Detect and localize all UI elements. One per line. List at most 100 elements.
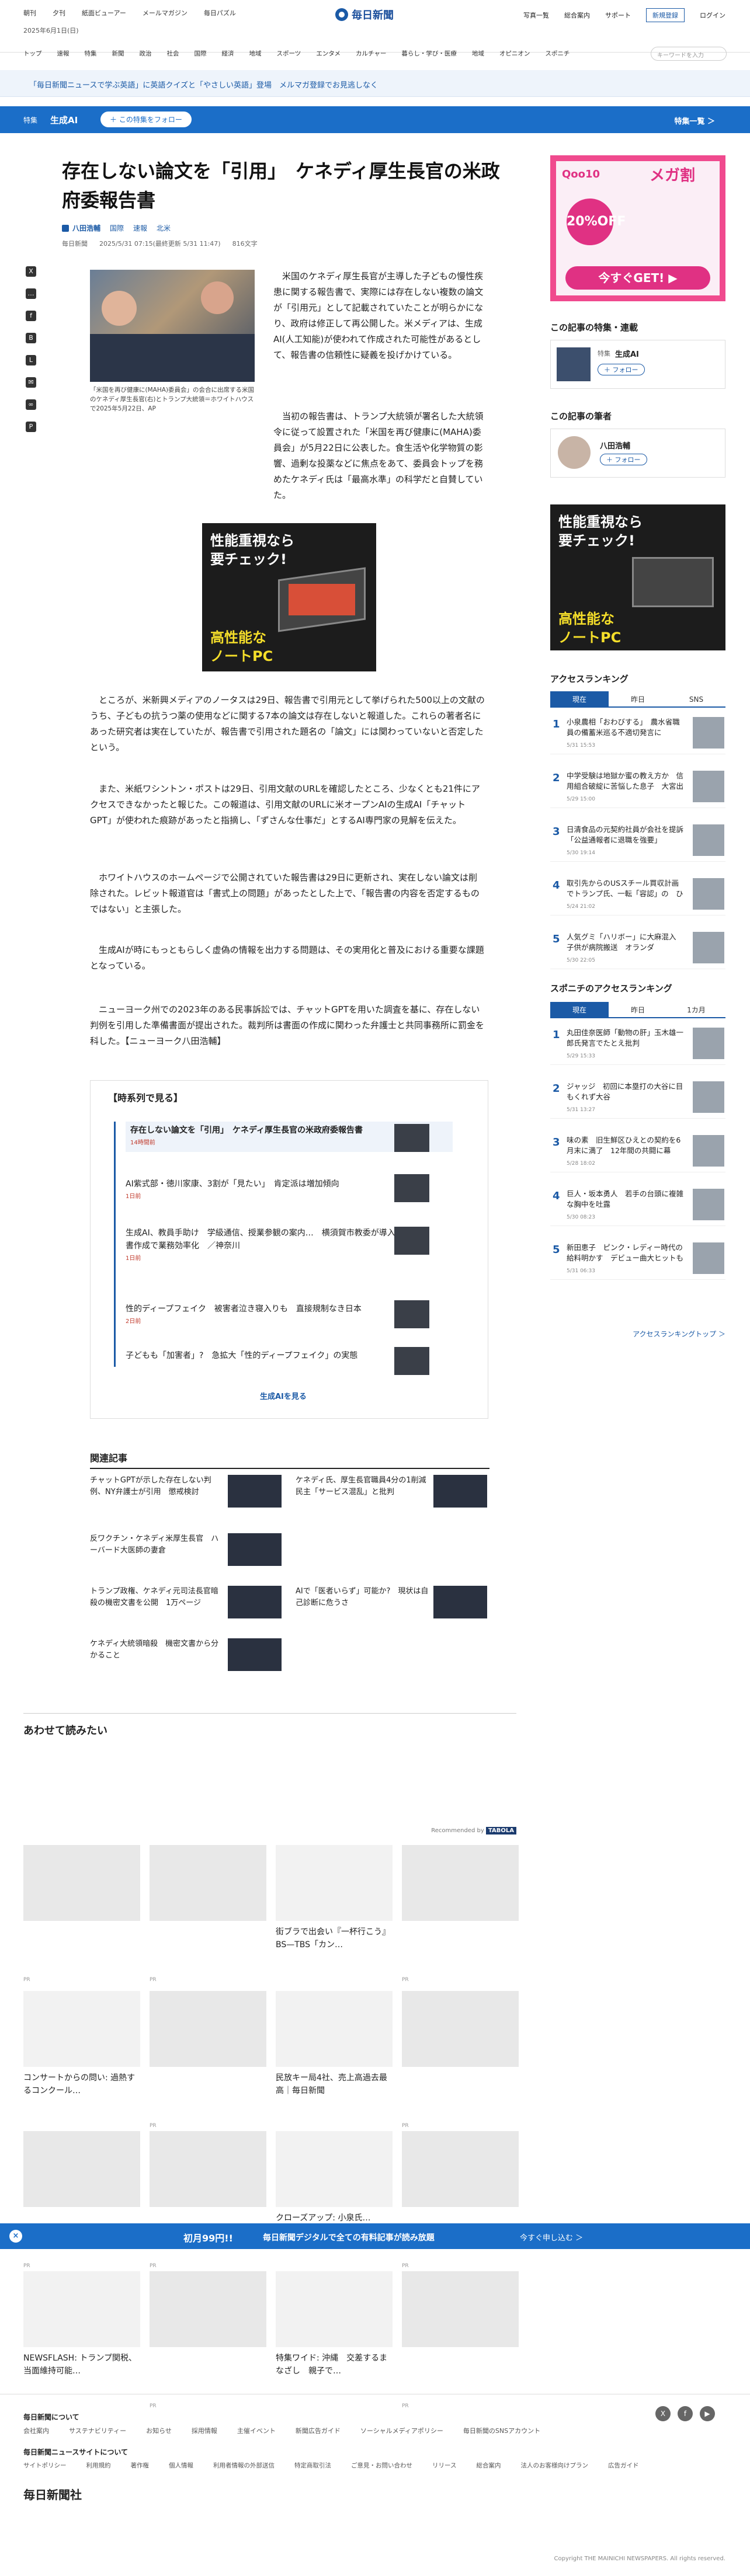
- comment-icon[interactable]: …: [26, 288, 36, 299]
- recommend-title[interactable]: 街ブラで出会い『一杯行こう』 BS—TBS「カン…: [276, 1926, 394, 1951]
- author-card[interactable]: 八田浩輔 ＋ フォロー: [550, 429, 725, 478]
- ranking-item[interactable]: 3 味の素 旧生鮮区ひえとの契約を6月末に満了 12年間の共闘に幕 5/28 18:…: [550, 1132, 725, 1172]
- ranking-item[interactable]: 1 丸田佳奈医師「動物の肝」玉木雄一郎氏発言でたとえ批判 5/29 15:33: [550, 1024, 725, 1065]
- utility-link[interactable]: 夕刊: [53, 8, 65, 18]
- recommend-title[interactable]: NEWSFLASH: トランプ関税、当面維持可能…: [23, 2352, 140, 2377]
- ranking-item[interactable]: 5 人気グミ「ハリボー」に大麻混入 子供が病院搬送 オランダ 5/30 22:05: [550, 928, 725, 969]
- ranking-item[interactable]: 4 巨人・坂本勇人 若手の台頭に複雑な胸中を吐露 5/30 08:23: [550, 1185, 725, 1226]
- recommend-image[interactable]: [23, 2271, 140, 2347]
- header-link[interactable]: 総合案内: [564, 11, 590, 20]
- recommend-image[interactable]: [402, 1991, 519, 2067]
- nav-item[interactable]: 速報: [57, 49, 70, 58]
- feature-list-link[interactable]: 特集一覧 ＞: [674, 115, 715, 126]
- follow-button[interactable]: ＋ フォロー: [598, 364, 645, 375]
- recommend-image[interactable]: [23, 1991, 140, 2067]
- recommend-image[interactable]: [150, 2271, 266, 2347]
- header-link[interactable]: サポート: [605, 11, 631, 20]
- x-icon[interactable]: X: [655, 2406, 671, 2421]
- facebook-share-icon[interactable]: f: [26, 311, 36, 321]
- tab-month[interactable]: 1カ月: [667, 1002, 725, 1017]
- nav-item[interactable]: カルチャー: [356, 49, 386, 58]
- recommend-image[interactable]: [150, 2131, 266, 2207]
- nav-item[interactable]: 新聞: [112, 49, 124, 58]
- article-photo[interactable]: [90, 270, 255, 382]
- tag-link[interactable]: 北米: [157, 223, 171, 233]
- utility-link[interactable]: 紙面ビューアー: [82, 8, 126, 18]
- nav-item[interactable]: エンタメ: [316, 49, 341, 58]
- recommend-image[interactable]: [150, 1845, 266, 1921]
- recommend-image[interactable]: [23, 1845, 140, 1921]
- feature-card[interactable]: 特集 生成AI ＋ フォロー: [550, 340, 725, 389]
- tab-sns[interactable]: SNS: [667, 691, 725, 706]
- site-logo[interactable]: 毎日新聞: [335, 6, 415, 23]
- utility-link[interactable]: 毎日パズル: [204, 8, 236, 18]
- related-item[interactable]: ケネディ大統領暗殺 機密文書から分かること: [90, 1638, 283, 1673]
- nav-item[interactable]: 暮らし・学び・医療: [401, 49, 457, 58]
- recommend-image[interactable]: [276, 2131, 393, 2207]
- tab-now[interactable]: 現在: [550, 691, 609, 706]
- recommend-image[interactable]: [276, 1845, 393, 1921]
- recommend-image[interactable]: [276, 2271, 393, 2347]
- sidebar-ad-2[interactable]: 性能重視なら 要チェック! 高性能な ノートPC: [550, 504, 725, 650]
- recommend-title[interactable]: クローズアップ: 小泉氏…: [276, 2212, 393, 2225]
- ranking-item[interactable]: 1 小泉農相「おわびする」 農水省職員の備蓄米巡る不適切発言に 5/31 15:53: [550, 713, 725, 754]
- recommend-image[interactable]: [23, 2131, 140, 2207]
- related-item[interactable]: 反ワクチン・ケネディ米厚生長官 ハーバード大医師の妻倉: [90, 1533, 283, 1568]
- print-icon[interactable]: P: [26, 422, 36, 432]
- ranking-item[interactable]: 4 取引先からのUSスチール買収計画でトランプ氏、一転「容認」の ひ 5/24 21…: [550, 875, 725, 915]
- login-button[interactable]: ログイン: [700, 11, 725, 20]
- register-button[interactable]: 新規登録: [646, 8, 685, 22]
- tab-yesterday[interactable]: 昨日: [609, 1002, 667, 1017]
- search-input[interactable]: キーワードを入力: [651, 47, 727, 61]
- inline-ad[interactable]: 性能重視なら 要チェック! 高性能な ノートPC: [202, 523, 376, 671]
- nav-item[interactable]: 経済: [222, 49, 234, 58]
- mail-share-icon[interactable]: ✉: [26, 377, 36, 388]
- tab-now[interactable]: 現在: [550, 1002, 609, 1017]
- recommend-image[interactable]: [402, 2271, 519, 2347]
- related-item[interactable]: AIで「医者いらず」可能か? 現状は自己診断に危うさ: [296, 1586, 488, 1621]
- nav-item[interactable]: 社会: [167, 49, 179, 58]
- nav-item[interactable]: 地域: [249, 49, 262, 58]
- facebook-icon[interactable]: f: [678, 2406, 693, 2421]
- subscribe-button[interactable]: 今すぐ申し込む ＞: [520, 2232, 583, 2243]
- nav-item[interactable]: オピニオン: [499, 49, 530, 58]
- x-share-icon[interactable]: X: [26, 266, 36, 277]
- recommend-image[interactable]: [150, 1991, 266, 2067]
- recommend-title[interactable]: 特集ワイド: 沖縄 交差するまなざし 親子で…: [276, 2352, 393, 2377]
- ranking-item[interactable]: 2 中学受験は地獄か蜜の教え方か 信用組合破綻に苦悩した息子 大宮出 5/29 15…: [550, 767, 725, 808]
- nav-item[interactable]: 特集: [85, 49, 97, 58]
- recommend-image[interactable]: [402, 2131, 519, 2207]
- nav-item[interactable]: 地域: [472, 49, 484, 58]
- ranking-item[interactable]: 5 新田恵子 ピンク・レディー時代の給料明かす デビュー曲大ヒットも 5/31 06…: [550, 1239, 725, 1280]
- recommend-title[interactable]: 民放キー局4社、売上高過去最高｜毎日新聞: [276, 2072, 393, 2097]
- related-item[interactable]: トランプ政権、ケネディ元司法長官暗殺の機密文書を公開 1万ページ: [90, 1586, 283, 1621]
- nav-item[interactable]: 国際: [195, 49, 207, 58]
- tag-link[interactable]: 国際: [110, 223, 124, 233]
- tab-yesterday[interactable]: 昨日: [609, 691, 667, 706]
- utility-link[interactable]: 朝刊: [23, 8, 36, 18]
- related-item[interactable]: チャットGPTが示した存在しない判例、NY弁護士が引用 懲戒検討: [90, 1475, 283, 1510]
- follow-button[interactable]: ＋ フォロー: [600, 454, 647, 465]
- ranking-item[interactable]: 2 ジャッジ 初回に本塁打の大谷に目もくれず大谷 5/31 13:27: [550, 1078, 725, 1119]
- nav-item[interactable]: トップ: [23, 49, 42, 58]
- utility-link[interactable]: メールマガジン: [143, 8, 188, 18]
- recommend-image[interactable]: [276, 1991, 393, 2067]
- related-item[interactable]: ケネディ氏、厚生長官職員4分の1削減 民主「サービス混乱」と批判: [296, 1475, 488, 1510]
- nav-item[interactable]: スポニチ: [545, 49, 570, 58]
- recommend-image[interactable]: [402, 1845, 519, 1921]
- sidebar-ad[interactable]: Qoo10 メガ割 20%OFF 今すぐGET! ▶: [550, 155, 725, 301]
- header-link[interactable]: 写真一覧: [523, 11, 549, 20]
- ranking-more-link[interactable]: アクセスランキングトップ ＞: [633, 1329, 725, 1339]
- recommend-title[interactable]: コンサートからの問い: 過熱するコンクール…: [23, 2072, 140, 2097]
- tag-link[interactable]: 速報: [133, 223, 147, 233]
- footer-logo[interactable]: 毎日新聞社: [23, 2486, 82, 2502]
- feature-follow-button[interactable]: ＋ この特集をフォロー: [100, 112, 192, 127]
- bookmark-icon[interactable]: B: [26, 333, 36, 343]
- nav-item[interactable]: スポーツ: [277, 49, 301, 58]
- youtube-icon[interactable]: ▶: [700, 2406, 715, 2421]
- ranking-item[interactable]: 3 日清食品の元契約社員が会社を提訴「公益通報者に退職を強要」 5/30 19:14: [550, 821, 725, 862]
- promo-banner[interactable]: 「毎日新聞ニュースで学ぶ英語」に英語クイズと「やさしい英語」登場 メルマガ登録で…: [0, 70, 750, 97]
- feature-name[interactable]: 生成AI: [50, 114, 78, 126]
- timeline-more-link[interactable]: 生成AIを見る: [260, 1390, 307, 1401]
- link-copy-icon[interactable]: ∞: [26, 399, 36, 410]
